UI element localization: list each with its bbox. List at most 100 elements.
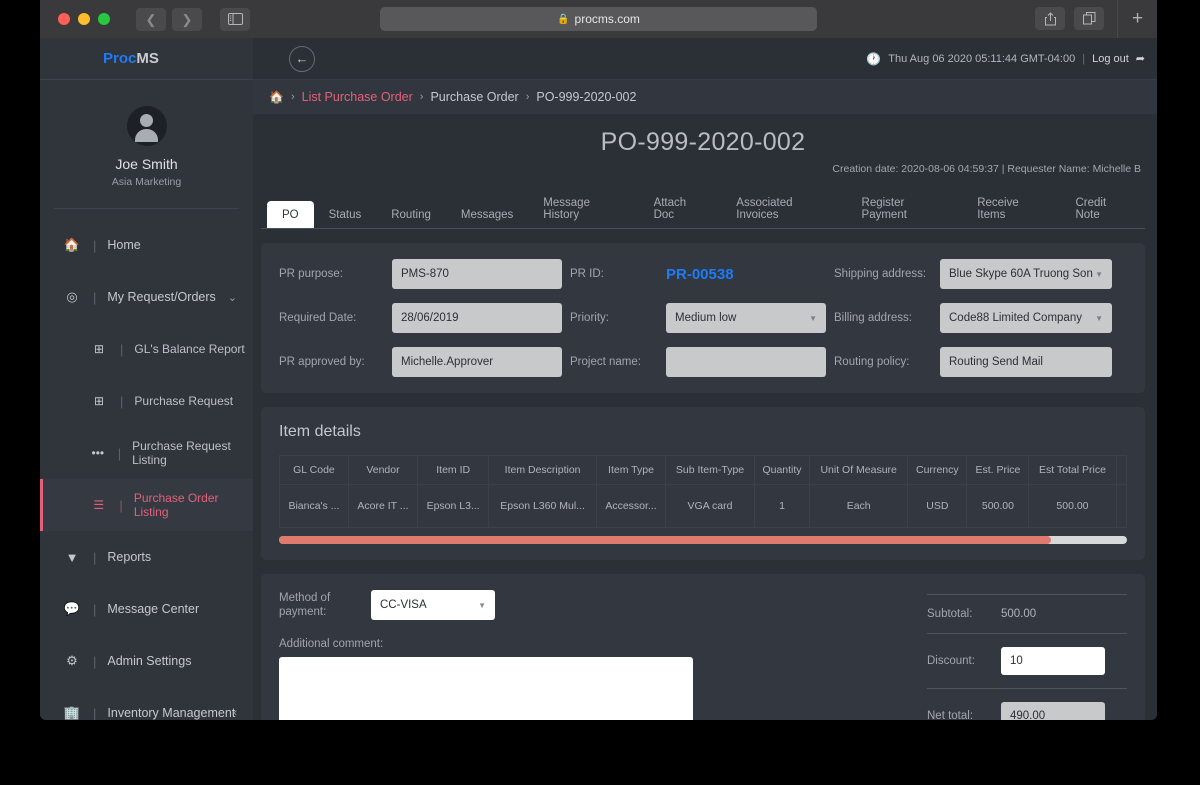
app-logo[interactable]: Proc MS — [40, 38, 253, 80]
po-form-grid: PR purpose: PR ID: PR-00538 Shipping add… — [279, 259, 1127, 377]
sidebar-item-gls-balance-report[interactable]: ⊞ | GL's Balance Report — [40, 323, 253, 375]
priority-select[interactable]: Medium low ▼ — [666, 303, 826, 333]
page-back-button[interactable]: ← — [289, 45, 315, 72]
shipping-address-select[interactable]: Blue Skype 60A Truong Son ▼ — [940, 259, 1112, 289]
col-currency[interactable]: Currency — [907, 455, 968, 485]
sidebar-item-purchase-request[interactable]: ⊞ | Purchase Request — [40, 375, 253, 427]
sidebar-item-purchase-request-listing[interactable]: ••• | Purchase Request Listing — [40, 427, 253, 479]
chevron-down-icon[interactable]: ⌄ — [228, 291, 237, 304]
col-quantity[interactable]: Quantity — [753, 455, 811, 485]
breadcrumb-separator: › — [419, 91, 424, 103]
pr-purpose-input[interactable] — [392, 259, 562, 289]
routing-policy-input[interactable] — [940, 347, 1112, 377]
user-profile: Joe Smith Asia Marketing — [54, 80, 239, 209]
app-shell: Proc MS Joe Smith Asia Marketing 🏠 | Home… — [40, 38, 1157, 720]
home-icon: 🏠 — [63, 237, 81, 252]
sidebar-item-reports[interactable]: ▼ | Reports — [40, 531, 253, 583]
project-name-label: Project name: — [570, 355, 641, 368]
new-tab-button[interactable]: + — [1117, 0, 1157, 38]
chevron-left-icon[interactable]: ‹ — [233, 707, 237, 719]
home-icon[interactable]: 🏠 — [269, 90, 284, 104]
table-horizontal-scrollbar[interactable] — [279, 536, 1127, 544]
logout-icon[interactable]: ➦ — [1136, 52, 1145, 65]
tab-routing[interactable]: Routing — [376, 201, 446, 228]
priority-label: Priority: — [570, 311, 609, 324]
col-item-id[interactable]: Item ID — [416, 455, 490, 485]
col-item-description[interactable]: Item Description — [488, 455, 597, 485]
discount-input[interactable] — [1001, 647, 1105, 675]
col-est-price[interactable]: Est. Price — [966, 455, 1030, 485]
maximize-window-button[interactable] — [98, 13, 110, 25]
plus-square-icon: ⊞ — [93, 342, 105, 356]
pr-id-value[interactable]: PR-00538 — [666, 266, 826, 283]
back-button[interactable]: ❮ — [136, 7, 166, 31]
sidebar-item-my-request-orders[interactable]: ◎ | My Request/Orders ⌄ — [40, 271, 253, 323]
tab-status[interactable]: Status — [314, 201, 377, 228]
nav-divider: | — [93, 549, 97, 565]
subtotal-label: Subtotal: — [927, 608, 973, 620]
nav-divider: | — [117, 445, 122, 461]
page-scroll-area: PO-999-2020-002 Creation date: 2020-08-0… — [253, 114, 1157, 720]
col-actions — [1115, 455, 1128, 485]
pr-approved-by-input[interactable] — [392, 347, 562, 377]
minimize-window-button[interactable] — [78, 13, 90, 25]
avatar — [126, 106, 167, 146]
cell-actions — [1115, 484, 1128, 528]
tab-register-payment[interactable]: Register Payment — [847, 189, 963, 228]
scrollbar-thumb[interactable] — [279, 536, 1051, 544]
col-vendor[interactable]: Vendor — [347, 455, 419, 485]
tab-po[interactable]: PO — [267, 201, 314, 228]
logout-button[interactable]: Log out — [1092, 53, 1129, 65]
tab-messages[interactable]: Messages — [446, 201, 528, 228]
cell-gl-code: Bianca's ... — [279, 484, 349, 528]
arrow-left-icon: ← — [295, 51, 309, 66]
additional-comment-textarea[interactable] — [279, 657, 693, 720]
sidebar-toggle-button[interactable] — [220, 7, 250, 31]
discount-label: Discount: — [927, 655, 975, 667]
method-of-payment-select[interactable]: CC-VISA ▼ — [371, 590, 495, 620]
sidebar-item-label: My Request/Orders — [107, 290, 216, 304]
col-unit-of-measure[interactable]: Unit Of Measure — [809, 455, 909, 485]
billing-address-select[interactable]: Code88 Limited Company ▼ — [940, 303, 1112, 333]
billing-address-label: Billing address: — [834, 311, 912, 324]
sidebar-nav: 🏠 | Home ◎ | My Request/Orders ⌄ ⊞ | GL'… — [40, 209, 253, 720]
po-form-panel: PR purpose: PR ID: PR-00538 Shipping add… — [261, 243, 1145, 393]
sidebar-item-home[interactable]: 🏠 | Home — [40, 219, 253, 271]
show-tabs-button[interactable] — [1074, 7, 1104, 30]
sidebar-item-inventory-management[interactable]: 🏢 | Inventory Management ‹ — [40, 687, 253, 720]
address-bar[interactable]: 🔒 procms.com — [380, 7, 817, 31]
caret-down-icon: ▼ — [478, 600, 486, 610]
tab-attach-doc[interactable]: Attach Doc — [639, 189, 722, 228]
sidebar-item-label: Purchase Order Listing — [133, 491, 219, 519]
col-est-total-price[interactable]: Est Total Price — [1028, 455, 1117, 485]
tab-associated-invoices[interactable]: Associated Invoices — [721, 189, 846, 228]
cell-est-price: 500.00 — [966, 484, 1030, 528]
share-button[interactable] — [1035, 7, 1065, 30]
sidebar-item-admin-settings[interactable]: ⚙ | Admin Settings — [40, 635, 253, 687]
sidebar-item-message-center[interactable]: 💬 | Message Center — [40, 583, 253, 635]
close-window-button[interactable] — [58, 13, 70, 25]
tab-receive-items[interactable]: Receive Items — [962, 189, 1060, 228]
col-sub-item-type[interactable]: Sub Item-Type — [665, 455, 755, 485]
traffic-lights — [58, 13, 110, 25]
cell-item-id: Epson L3... — [416, 484, 490, 528]
forward-button[interactable]: ❯ — [172, 7, 202, 31]
breadcrumb-separator: › — [290, 91, 295, 103]
project-name-input[interactable] — [666, 347, 826, 377]
table-row[interactable]: Bianca's ... Acore IT ... Epson L3... Ep… — [279, 484, 1128, 528]
breadcrumb-list-purchase-order[interactable]: List Purchase Order — [302, 90, 413, 104]
col-gl-code[interactable]: GL Code — [279, 455, 349, 485]
item-details-panel: Item details GL Code Vendor Item ID Item… — [261, 407, 1145, 560]
breadcrumb-purchase-order[interactable]: Purchase Order — [430, 90, 518, 104]
caret-down-icon: ▼ — [1095, 313, 1103, 323]
shipping-address-value: Blue Skype 60A Truong Son — [949, 268, 1093, 280]
required-date-input[interactable] — [392, 303, 562, 333]
nav-divider: | — [120, 341, 124, 357]
tab-credit-note[interactable]: Credit Note — [1060, 189, 1145, 228]
method-of-payment-row: Method of payment: CC-VISA ▼ — [279, 590, 907, 620]
table-header-row: GL Code Vendor Item ID Item Description … — [279, 455, 1128, 485]
sidebar-item-purchase-order-listing[interactable]: ☰ | Purchase Order Listing — [40, 479, 253, 531]
tab-message-history[interactable]: Message History — [528, 189, 638, 228]
cell-unit-of-measure: Each — [809, 484, 909, 528]
col-item-type[interactable]: Item Type — [595, 455, 667, 485]
